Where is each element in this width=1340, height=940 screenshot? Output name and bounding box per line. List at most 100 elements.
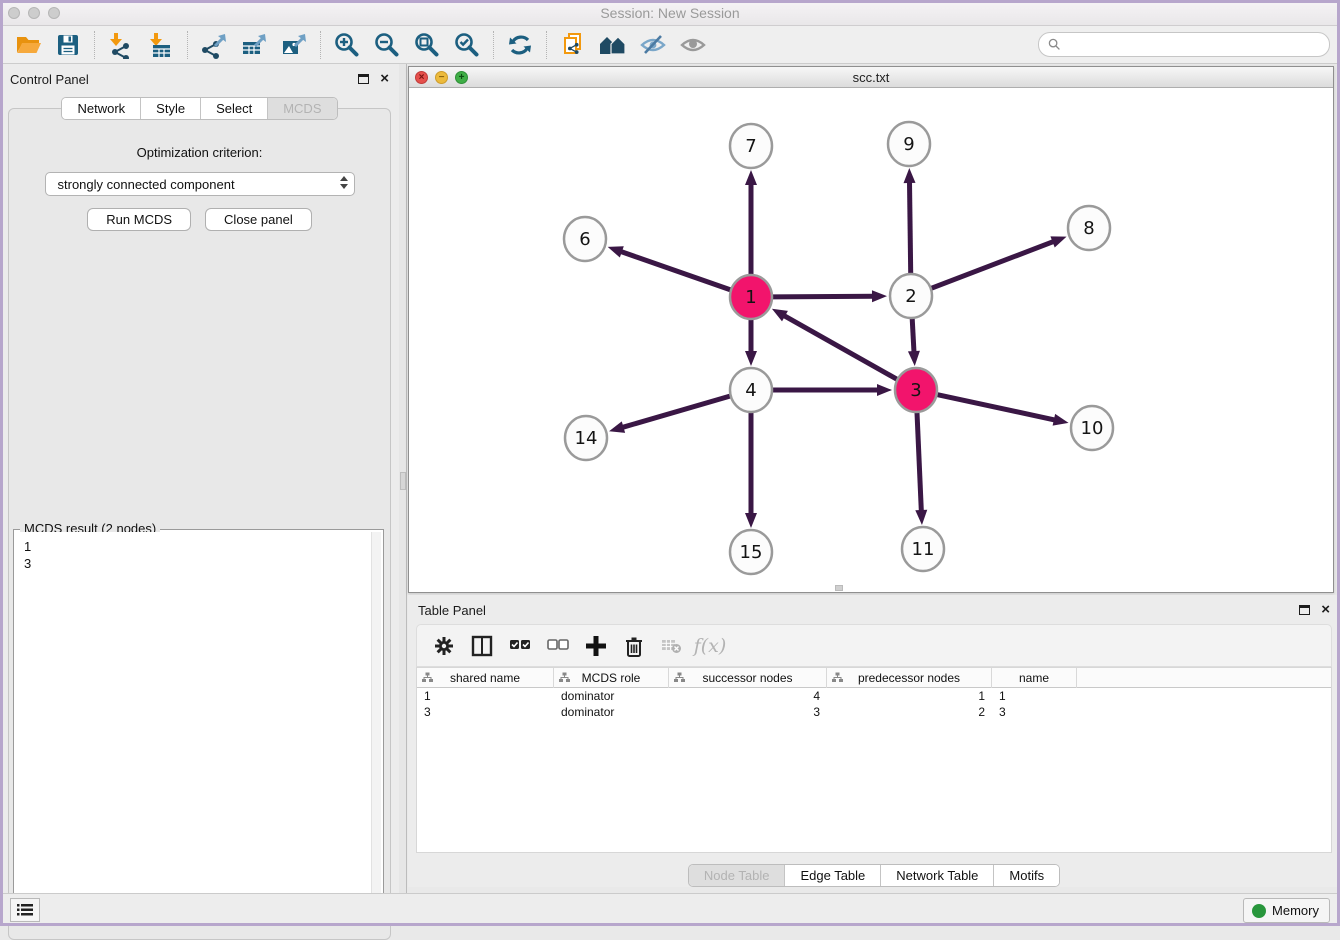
deselect-all-rows-button[interactable] — [543, 631, 573, 661]
first-neighbors-button[interactable] — [593, 29, 633, 61]
zoom-out-icon — [373, 31, 401, 59]
add-column-button[interactable] — [581, 631, 611, 661]
graph-node-8[interactable]: 8 — [1068, 206, 1110, 250]
edge-4-14[interactable] — [621, 396, 730, 428]
split-pane-divider[interactable] — [399, 64, 407, 893]
select-all-rows-button[interactable] — [505, 631, 535, 661]
save-session-button[interactable] — [48, 29, 88, 61]
open-session-button[interactable] — [8, 29, 48, 61]
edge-1-6[interactable] — [619, 251, 730, 290]
graph-node-3[interactable]: 3 — [895, 368, 937, 412]
eye-slash-icon — [639, 31, 667, 59]
column-header-MCDS-role[interactable]: MCDS role — [554, 668, 669, 688]
tab-node-table[interactable]: Node Table — [689, 865, 786, 886]
tab-edge-table[interactable]: Edge Table — [785, 865, 881, 886]
close-table-panel-icon[interactable]: × — [1321, 605, 1330, 615]
column-label: name — [1019, 671, 1049, 685]
graph-node-2[interactable]: 2 — [890, 274, 932, 318]
new-network-from-selection-button[interactable] — [553, 29, 593, 61]
node-label: 8 — [1083, 218, 1094, 239]
graph-node-15[interactable]: 15 — [730, 530, 772, 574]
table-panel: Table Panel × f(x) shared nameMCDS roles… — [408, 595, 1340, 887]
export-network-button[interactable] — [194, 29, 234, 61]
toolbar-separator — [320, 31, 321, 59]
graph-node-14[interactable]: 14 — [565, 416, 607, 460]
close-panel-icon[interactable]: × — [380, 74, 389, 84]
table-row[interactable]: 1dominator411 — [417, 688, 1331, 704]
result-scrollbar[interactable] — [371, 532, 381, 907]
tab-network[interactable]: Network — [62, 98, 141, 119]
export-table-button[interactable] — [234, 29, 274, 61]
edge-3-10[interactable] — [938, 395, 1057, 421]
column-header-name[interactable]: name — [992, 668, 1077, 688]
node-label: 1 — [745, 287, 756, 308]
cell-MCDS-role[interactable]: dominator — [554, 704, 669, 720]
node-label: 14 — [575, 428, 598, 449]
cell-predecessor-nodes[interactable]: 1 — [827, 688, 992, 704]
cell-MCDS-role[interactable]: dominator — [554, 688, 669, 704]
graph-node-4[interactable]: 4 — [730, 368, 772, 412]
graph-node-1[interactable]: 1 — [730, 275, 772, 319]
column-type-icon — [832, 672, 843, 683]
edge-3-1[interactable] — [782, 315, 896, 380]
tab-network-table[interactable]: Network Table — [881, 865, 994, 886]
graph-node-7[interactable]: 7 — [730, 124, 772, 168]
cell-shared-name[interactable]: 1 — [417, 688, 554, 704]
graph-node-10[interactable]: 10 — [1071, 406, 1113, 450]
tab-style[interactable]: Style — [141, 98, 201, 119]
table-row[interactable]: 3dominator323 — [417, 704, 1331, 720]
table-settings-button[interactable] — [429, 631, 459, 661]
search-input[interactable] — [1038, 32, 1330, 57]
main-toolbar — [0, 26, 1340, 64]
network-canvas[interactable]: 7 9 6 8 1 2 4 3 14 10 15 11 — [409, 88, 1333, 592]
column-header-shared-name[interactable]: shared name — [417, 668, 554, 688]
edge-2-9[interactable] — [909, 180, 910, 274]
tab-select[interactable]: Select — [201, 98, 268, 119]
edge-1-2[interactable] — [773, 296, 875, 297]
column-visibility-button[interactable] — [467, 631, 497, 661]
cell-successor-nodes[interactable]: 3 — [669, 704, 827, 720]
zoom-in-button[interactable] — [327, 29, 367, 61]
node-table: shared nameMCDS rolesuccessor nodesprede… — [416, 667, 1332, 853]
delete-column-button[interactable] — [619, 631, 649, 661]
cell-predecessor-nodes[interactable]: 2 — [827, 704, 992, 720]
hide-selected-button[interactable] — [633, 29, 673, 61]
cell-successor-nodes[interactable]: 4 — [669, 688, 827, 704]
cell-shared-name[interactable]: 3 — [417, 704, 554, 720]
apply-layout-button[interactable] — [500, 29, 540, 61]
task-history-button[interactable] — [10, 898, 40, 922]
zoom-out-button[interactable] — [367, 29, 407, 61]
cell-name[interactable]: 1 — [992, 688, 1077, 704]
control-panel-tabs: NetworkStyleSelectMCDS — [0, 97, 399, 120]
import-table-button[interactable] — [141, 29, 181, 61]
import-network-button[interactable] — [101, 29, 141, 61]
mcds-result-text[interactable]: 1 3 — [16, 532, 371, 907]
graph-node-9[interactable]: 9 — [888, 122, 930, 166]
divider-grab-handle[interactable] — [400, 472, 406, 490]
network-window-titlebar[interactable]: × − + scc.txt — [409, 67, 1333, 88]
column-header-predecessor-nodes[interactable]: predecessor nodes — [827, 668, 992, 688]
edge-2-8[interactable] — [932, 241, 1056, 288]
graph-node-11[interactable]: 11 — [902, 527, 944, 571]
canvas-scroll-thumb[interactable] — [835, 585, 843, 591]
edge-3-11[interactable] — [917, 412, 921, 513]
export-image-button[interactable] — [274, 29, 314, 61]
control-panel: Control Panel × NetworkStyleSelectMCDS O… — [0, 64, 399, 893]
export-img-icon — [280, 31, 308, 59]
float-table-panel-icon[interactable] — [1299, 605, 1310, 615]
memory-button[interactable]: Memory — [1243, 898, 1330, 923]
column-type-icon — [422, 672, 433, 683]
zoom-fit-button[interactable] — [407, 29, 447, 61]
column-header-successor-nodes[interactable]: successor nodes — [669, 668, 827, 688]
optimization-criterion-select[interactable]: strongly connected component — [45, 172, 355, 196]
tab-mcds[interactable]: MCDS — [268, 98, 336, 119]
show-all-button[interactable] — [673, 29, 713, 61]
run-mcds-button[interactable]: Run MCDS — [87, 208, 191, 231]
cell-name[interactable]: 3 — [992, 704, 1077, 720]
float-panel-icon[interactable] — [358, 74, 369, 84]
close-panel-button[interactable]: Close panel — [205, 208, 312, 231]
zoom-selected-button[interactable] — [447, 29, 487, 61]
edge-2-3[interactable] — [912, 318, 914, 354]
graph-node-6[interactable]: 6 — [564, 217, 606, 261]
tab-motifs[interactable]: Motifs — [994, 865, 1059, 886]
